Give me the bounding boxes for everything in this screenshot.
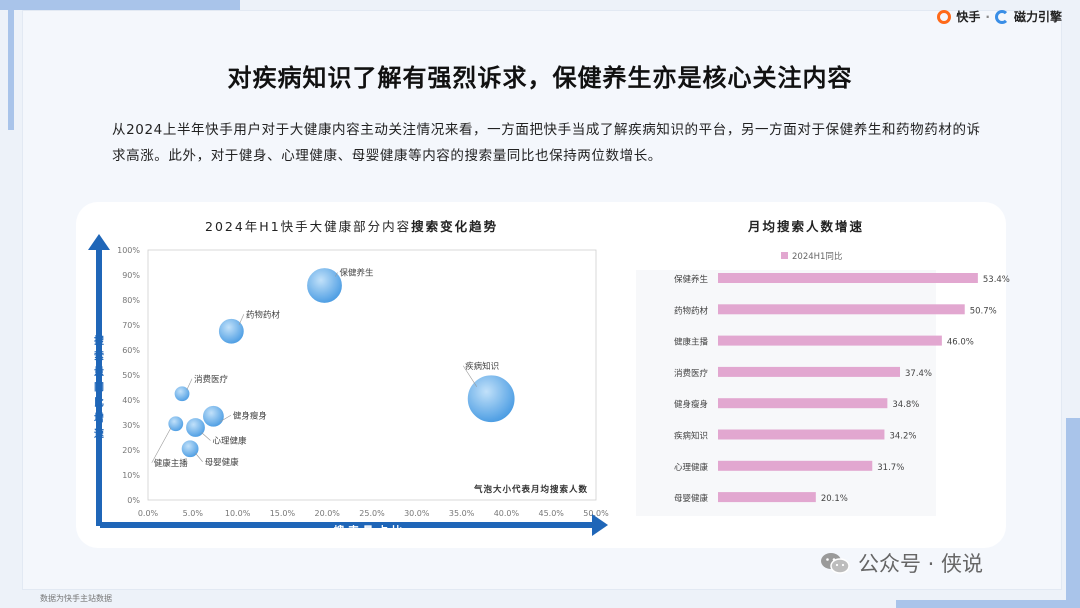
bar-value-label: 46.0% [947, 338, 974, 348]
x-axis-label: 搜索量占比 [334, 524, 407, 537]
watermark-text: 公众号 · 侠说 [858, 552, 984, 576]
bubble-point [201, 404, 226, 428]
bar-value-label: 53.4% [983, 275, 1010, 285]
y-tick-label: 90% [122, 271, 140, 280]
y-tick-label: 70% [122, 321, 140, 330]
bar-legend-label: 2024H1同比 [792, 251, 842, 262]
x-tick-label: 50.0% [583, 509, 609, 518]
y-tick-label: 100% [117, 246, 140, 255]
bubble-point [180, 439, 200, 459]
y-axis-label-char: 同 [94, 382, 104, 394]
x-tick-label: 0.0% [138, 509, 159, 518]
y-axis-label-char: 量 [94, 365, 104, 378]
y-tick-label: 50% [122, 371, 140, 380]
bubble-label: 健康主播 [154, 458, 189, 469]
bar-category-label: 药物药材 [674, 305, 709, 316]
bubble-label: 保健养生 [340, 268, 375, 279]
bubble-label: 健身瘦身 [233, 410, 267, 421]
y-axis-label-char: 增 [94, 412, 104, 425]
watermark: 公众号 · 侠说 [820, 548, 983, 578]
bubble-label: 药物药材 [246, 309, 281, 320]
y-tick-label: 60% [122, 346, 140, 355]
y-tick-label: 30% [122, 421, 140, 430]
y-tick-label: 80% [122, 296, 140, 305]
y-tick-label: 40% [122, 396, 140, 405]
bar-category-label: 保健养生 [674, 274, 709, 285]
bar-value-label: 50.7% [970, 306, 997, 316]
x-tick-label: 15.0% [270, 509, 296, 518]
bar-legend-swatch [781, 252, 788, 259]
bubble-label: 母婴健康 [205, 457, 240, 468]
bar-category-label: 疾病知识 [674, 431, 708, 442]
y-tick-label: 10% [122, 471, 140, 480]
x-tick-label: 30.0% [404, 509, 430, 518]
x-tick-label: 20.0% [314, 509, 340, 518]
bar [718, 492, 816, 503]
bar [718, 398, 888, 409]
x-tick-label: 40.0% [494, 509, 520, 518]
bar-value-label: 31.7% [877, 463, 904, 473]
bar-value-label: 34.2% [889, 432, 916, 442]
bar-category-label: 健康主播 [674, 337, 709, 348]
y-axis-label-char: 索 [94, 350, 104, 363]
bubble-label: 消费医疗 [194, 374, 229, 385]
bubble-leader-line [151, 427, 172, 463]
slide: 快手 · 磁力引擎 对疾病知识了解有强烈诉求，保健养生亦是核心关注内容 从202… [0, 0, 1080, 608]
bar-category-label: 心理健康 [674, 462, 709, 473]
bubble-chart: 0.0% 5.0% 10.0% 15.0% 20.0% 25.0% 30.0% 35.0% 40… [88, 234, 1010, 537]
y-tick-label: 0% [127, 496, 140, 505]
bubble-leader-line [195, 453, 203, 462]
y-axis-label-char: 速 [94, 427, 104, 440]
footnote: 数据为快手主站数据 [40, 594, 112, 603]
x-tick-label: 10.0% [225, 509, 251, 518]
bar-category-label: 健身瘦身 [674, 399, 708, 410]
x-tick-label: 5.0% [183, 509, 204, 518]
bubble-point [184, 416, 207, 439]
x-tick-label: 45.0% [538, 509, 564, 518]
bubble-leader-line [201, 432, 211, 441]
bar [718, 335, 942, 346]
y-axis-arrow-head [88, 234, 110, 250]
y-tick-label: 20% [122, 446, 140, 455]
bar-category-label: 消费医疗 [674, 368, 709, 379]
y-axis-label-char: 搜 [94, 334, 105, 347]
bubble-label: 疾病知识 [465, 361, 499, 372]
y-axis-label-char: 比 [94, 396, 104, 409]
bar-value-label: 20.1% [821, 494, 848, 504]
bar [718, 460, 873, 471]
bar-value-label: 37.4% [905, 369, 932, 379]
bubble-leader-line [186, 378, 193, 390]
x-tick-label: 25.0% [359, 509, 385, 518]
bubble-point [466, 374, 516, 424]
bar-category-label: 母婴健康 [674, 493, 709, 504]
bar-value-label: 34.8% [892, 400, 919, 410]
bubble-size-note: 气泡大小代表月均搜索人数 [473, 484, 588, 495]
bar [718, 304, 965, 315]
x-tick-label: 35.0% [449, 509, 475, 518]
bar [718, 273, 978, 283]
bubble-label: 心理健康 [212, 436, 247, 447]
wechat-icon [821, 553, 850, 574]
bar [718, 366, 901, 377]
bar [718, 429, 885, 440]
